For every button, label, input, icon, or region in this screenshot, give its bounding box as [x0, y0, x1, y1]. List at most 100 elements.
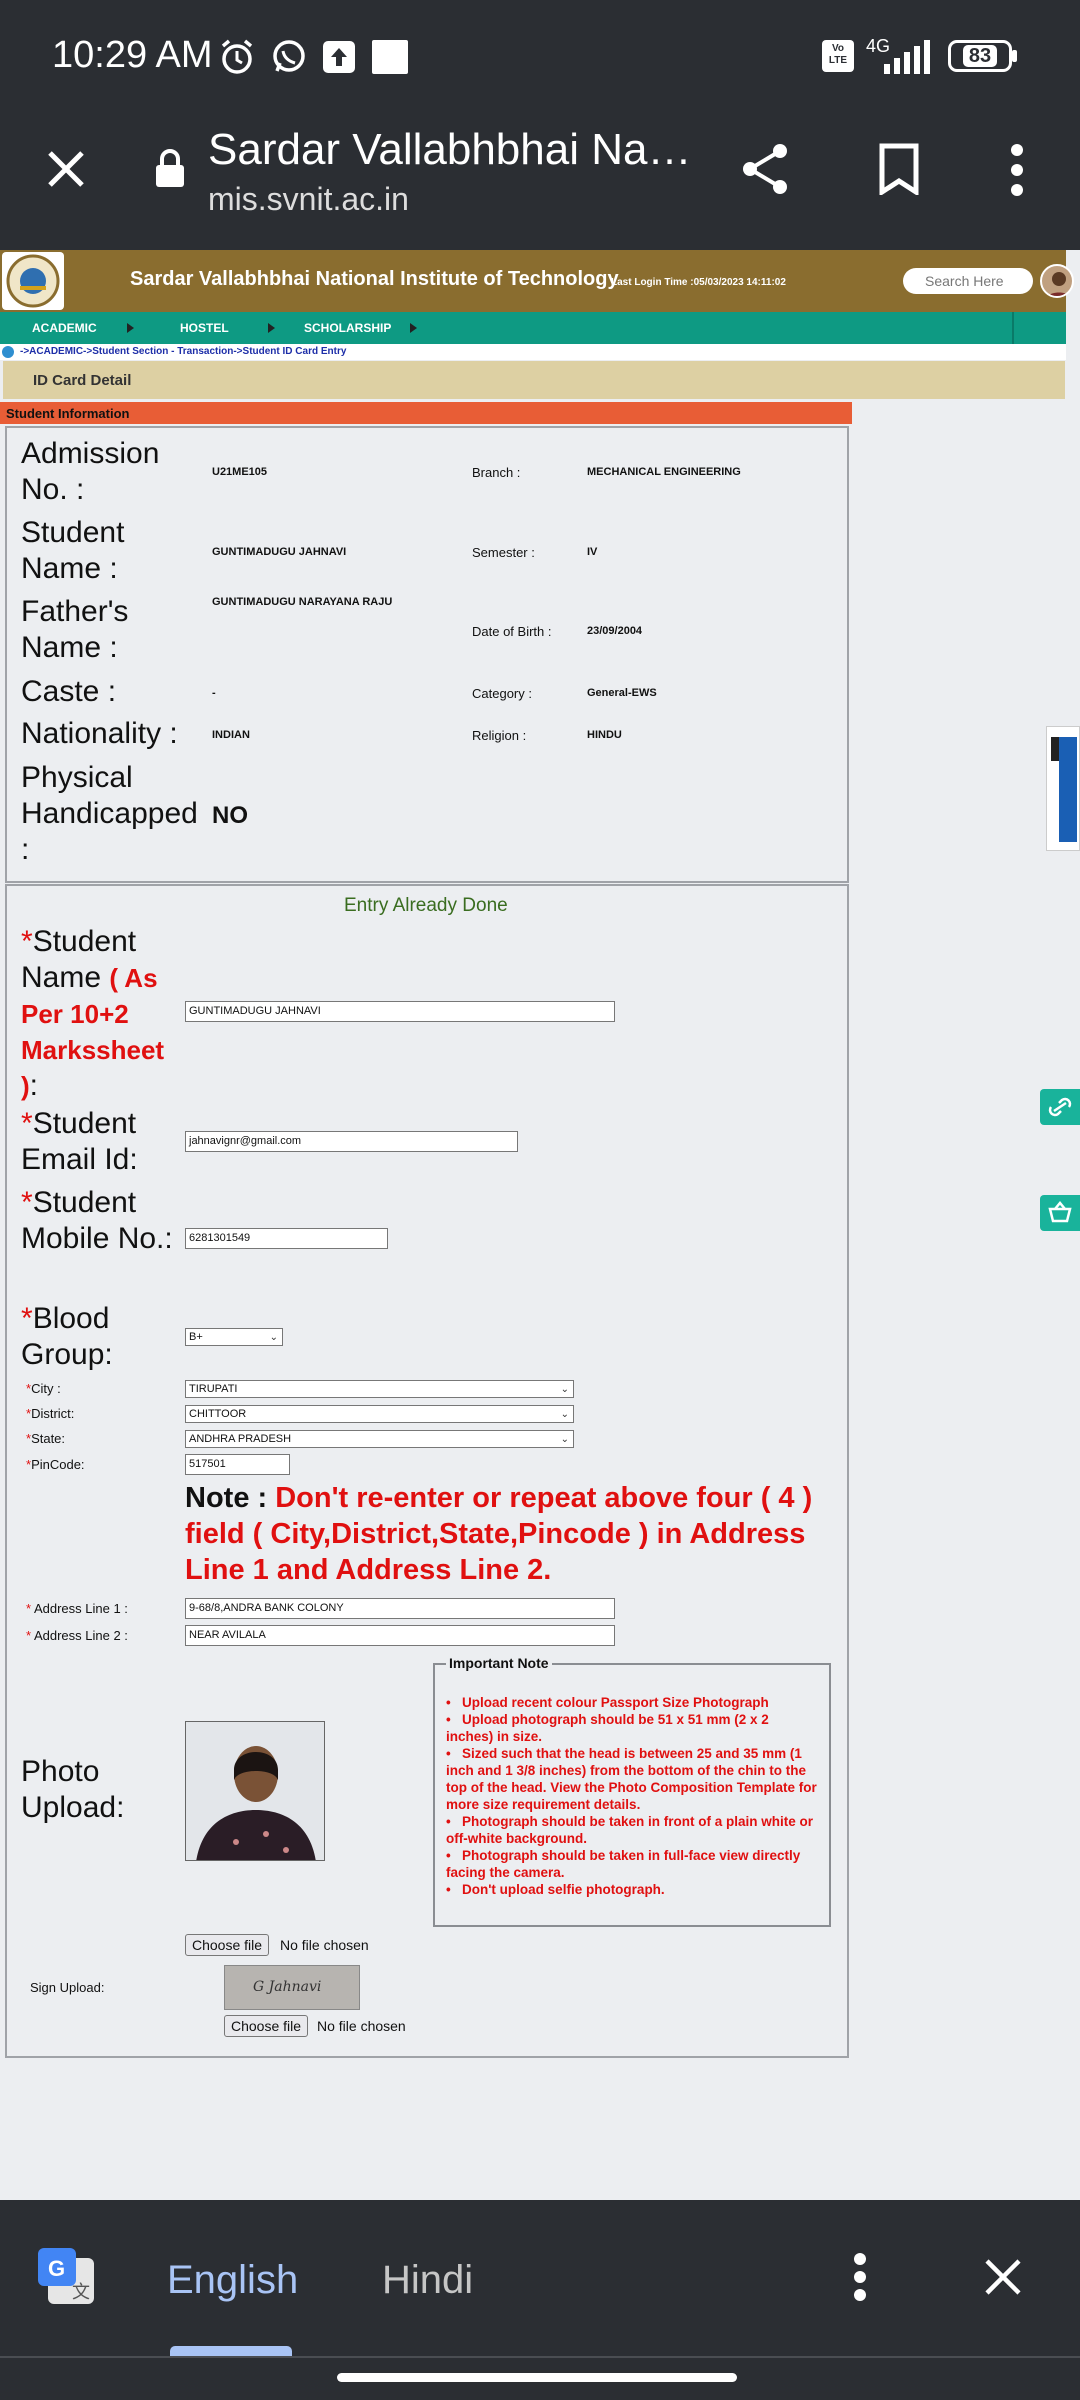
important-note-item: • Don't upload selfie photograph.	[446, 1882, 665, 1897]
nav-hostel-arrow-icon	[268, 323, 275, 333]
name-label-colon: :	[29, 1069, 39, 1102]
link-icon[interactable]	[1040, 1089, 1080, 1125]
blood-group-value: B+	[189, 1331, 203, 1343]
required-star: *	[21, 1107, 33, 1140]
religion-value: HINDU	[587, 729, 622, 741]
form-mobile-label: *Student Mobile No.:	[21, 1185, 181, 1257]
bookmark-icon[interactable]	[878, 143, 920, 197]
required-star: *	[21, 1186, 33, 1219]
blood-label-text: Blood Group:	[21, 1302, 113, 1371]
address2-input[interactable]: NEAR AVILALA	[185, 1625, 615, 1646]
site-header: Sardar Vallabhbhai National Institute of…	[0, 250, 1074, 312]
address1-input[interactable]: 9-68/8,ANDRA BANK COLONY	[185, 1598, 615, 1619]
active-tab-indicator	[170, 2346, 292, 2356]
address2-label: * Address Line 2 :	[26, 1628, 128, 1643]
student-name-input[interactable]: GUNTIMADUGU JAHNAVI	[185, 1001, 615, 1022]
photo-file-status: No file chosen	[280, 1937, 369, 1953]
category-value: General-EWS	[587, 687, 657, 699]
institute-logo	[2, 252, 64, 310]
district-value: CHITTOOR	[189, 1408, 247, 1420]
google-translate-icon[interactable]: G文	[36, 2246, 98, 2308]
battery-tip	[1012, 50, 1017, 62]
email-input[interactable]: jahnavignr@gmail.com	[185, 1131, 518, 1152]
father-name-value: GUNTIMADUGU NARAYANA RAJU	[212, 596, 393, 608]
branch-value: MECHANICAL ENGINEERING	[587, 466, 741, 478]
language-tab-hindi[interactable]: Hindi	[382, 2258, 473, 2303]
mobile-input[interactable]: 6281301549	[185, 1228, 388, 1249]
site-navbar: ACADEMIC HOSTEL SCHOLARSHIP	[0, 312, 1066, 344]
battery-icon: 83	[948, 40, 1012, 72]
admission-label: Admission No. :	[21, 437, 160, 506]
breadcrumb: ->ACADEMIC->Student Section - Transactio…	[0, 344, 1066, 360]
physical-handicapped-label: Physical Handicapped :	[21, 761, 198, 866]
translate-bar: G文 English Hindi	[0, 2200, 1080, 2400]
student-info-title: Student Information	[6, 406, 130, 421]
sign-choose-file-button[interactable]: Choose file	[224, 2015, 309, 2037]
notification-square-icon	[372, 40, 408, 74]
gesture-home-indicator[interactable]	[337, 2373, 737, 2382]
required-star: *	[21, 1302, 33, 1335]
chevron-down-icon: ⌄	[269, 1332, 278, 1343]
translate-close-icon[interactable]	[983, 2257, 1023, 2297]
more-options-icon[interactable]	[1010, 143, 1024, 197]
form-name-label: *Student Name ( As Per 10+2 Markssheet )…	[21, 924, 181, 1104]
sign-upload-label: Sign Upload:	[30, 1980, 105, 1995]
form-blood-label: *Blood Group:	[21, 1301, 181, 1373]
close-icon[interactable]	[44, 147, 88, 191]
nav-academic[interactable]: ACADEMIC	[32, 321, 97, 335]
student-name-value: GUNTIMADUGU JAHNAVI	[212, 546, 347, 558]
nav-hostel[interactable]: HOSTEL	[180, 321, 229, 335]
nav-divider	[1012, 312, 1014, 344]
state-label: *State:	[26, 1431, 66, 1446]
home-icon[interactable]	[2, 346, 14, 358]
lock-icon	[154, 147, 186, 189]
required-star: *	[21, 925, 33, 958]
physical-handicapped-value: NO	[212, 802, 248, 829]
translate-more-icon[interactable]	[853, 2252, 867, 2302]
profile-avatar[interactable]	[1040, 264, 1074, 298]
semester-value: IV	[587, 546, 598, 558]
photo-choose-file-button[interactable]: Choose file	[185, 1934, 270, 1956]
mobile-label-text: Student Mobile No.:	[21, 1186, 173, 1255]
important-note-item: • Sized such that the head is between 25…	[446, 1746, 817, 1812]
form-email-label: *Student Email Id:	[21, 1106, 181, 1178]
swayam-side-banner[interactable]	[1046, 726, 1080, 851]
chevron-down-icon: ⌄	[560, 1434, 569, 1445]
important-note-item: • Photograph should be taken in front of…	[446, 1814, 813, 1846]
nav-scholarship[interactable]: SCHOLARSHIP	[304, 321, 391, 335]
nationality-value: INDIAN	[212, 729, 250, 741]
language-tab-english[interactable]: English	[167, 2258, 298, 2303]
student-photo	[185, 1721, 325, 1861]
page-url[interactable]: mis.svnit.ac.in	[208, 181, 409, 218]
father-name-label: Father's Name :	[21, 595, 129, 664]
caste-value: -	[212, 687, 216, 699]
status-bar: 10:29 AM Vo LTE 4G 83	[0, 0, 1080, 115]
cart-icon[interactable]	[1040, 1195, 1080, 1231]
state-select[interactable]: ANDHRA PRADESH ⌄	[185, 1430, 574, 1448]
important-note-item: • Upload recent colour Passport Size Pho…	[446, 1695, 769, 1710]
signal-icon	[882, 40, 934, 74]
browser-toolbar: Sardar Vallabhbhai Na… mis.svnit.ac.in	[0, 115, 1080, 250]
religion-label: Religion :	[472, 728, 527, 743]
address-note: Note : Don't re-enter or repeat above fo…	[185, 1480, 845, 1588]
important-note-title: Important Note	[446, 1655, 552, 1671]
share-icon[interactable]	[740, 141, 792, 197]
breadcrumb-text[interactable]: ->ACADEMIC->Student Section - Transactio…	[20, 346, 346, 357]
caste-label: Caste :	[21, 675, 117, 708]
sign-file-status: No file chosen	[317, 2018, 406, 2034]
district-select[interactable]: CHITTOOR ⌄	[185, 1405, 574, 1423]
branch-label: Branch :	[472, 465, 521, 480]
site-search-input[interactable]: Search Here	[903, 268, 1033, 294]
nationality-label: Nationality :	[21, 717, 178, 750]
city-select[interactable]: TIRUPATI ⌄	[185, 1380, 574, 1398]
pincode-input[interactable]: 517501	[185, 1454, 290, 1475]
student-info-header: Student Information	[0, 402, 852, 424]
blood-group-select[interactable]: B+ ⌄	[185, 1328, 283, 1346]
page-title[interactable]: Sardar Vallabhbhai Na…	[208, 125, 691, 175]
district-label: *District:	[26, 1406, 75, 1421]
upload-icon	[322, 40, 356, 74]
category-label: Category :	[472, 686, 532, 701]
signature-image: G Jahnavi	[224, 1965, 360, 2010]
alarm-icon	[218, 38, 256, 76]
chevron-down-icon: ⌄	[560, 1409, 569, 1420]
